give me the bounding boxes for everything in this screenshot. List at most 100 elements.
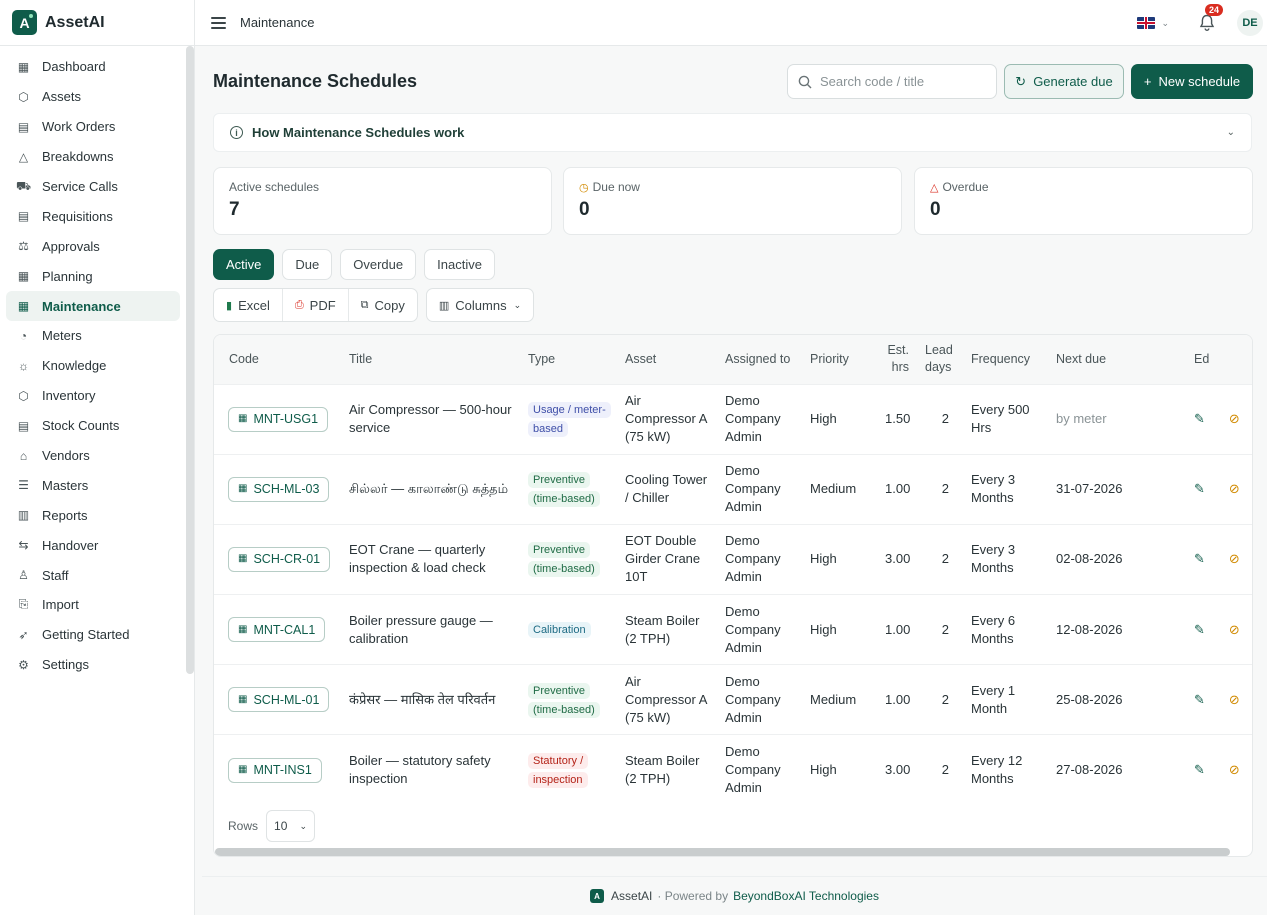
sidebar-item-getting-started[interactable]: ➶ Getting Started bbox=[6, 620, 180, 650]
schedule-code-link[interactable]: ▦ SCH-ML-01 bbox=[228, 687, 330, 713]
excel-icon: ▮ bbox=[226, 299, 233, 312]
store-icon: ⌂ bbox=[19, 448, 28, 463]
sidebar-item-planning[interactable]: ▦ Planning bbox=[6, 261, 180, 291]
sidebar-item-staff[interactable]: ♙ Staff bbox=[6, 560, 180, 590]
sidebar-item-approvals[interactable]: ⚖ Approvals bbox=[6, 231, 180, 261]
sidebar-item-service-calls[interactable]: ⛟ Service Calls bbox=[6, 172, 180, 202]
info-icon: i bbox=[230, 126, 243, 139]
sidebar-item-masters[interactable]: ☰ Masters bbox=[6, 470, 180, 500]
sidebar-item-label: Assets bbox=[42, 89, 82, 105]
notifications-button[interactable]: 24 bbox=[1199, 4, 1224, 32]
sidebar-item-work-orders[interactable]: ▤ Work Orders bbox=[6, 112, 180, 142]
columns-dropdown[interactable]: ▥ Columns ⌄ bbox=[425, 288, 535, 322]
sidebar-item-assets[interactable]: ⬡ Assets bbox=[6, 82, 180, 112]
col-header-priority[interactable]: Priority bbox=[802, 335, 877, 384]
table-row[interactable]: ▦ MNT-CAL1 Boiler pressure gauge — calibra… bbox=[214, 594, 1252, 665]
copy-button[interactable]: ⧉ Copy bbox=[349, 289, 417, 321]
cell-spacer bbox=[1152, 664, 1186, 735]
sidebar-item-inventory[interactable]: ⬡ Inventory bbox=[6, 381, 180, 411]
search-input[interactable] bbox=[820, 74, 985, 89]
col-header-next-due[interactable]: Next due bbox=[1048, 335, 1152, 384]
edit-icon[interactable]: ✎ bbox=[1194, 622, 1205, 637]
schedule-code-link[interactable]: ▦ SCH-ML-03 bbox=[228, 476, 330, 502]
rows-select[interactable]: 10 ⌄ bbox=[266, 810, 316, 842]
cell-next-due: 31-07-2026 bbox=[1048, 453, 1152, 525]
warning-icon: △ bbox=[930, 181, 939, 194]
edit-icon[interactable]: ✎ bbox=[1194, 762, 1205, 777]
sidebar-item-vendors[interactable]: ⌂ Vendors bbox=[6, 441, 180, 471]
stat-value: 7 bbox=[229, 199, 240, 220]
stat-due-now: ◷ Due now 0 bbox=[563, 167, 902, 235]
calendar-icon: ▦ bbox=[238, 764, 248, 776]
deactivate-icon[interactable]: ⊘ bbox=[1229, 762, 1240, 777]
edit-icon[interactable]: ✎ bbox=[1194, 481, 1205, 496]
schedule-code-link[interactable]: ▦ SCH-CR-01 bbox=[228, 546, 331, 572]
schedule-code-link[interactable]: ▦ MNT-USG1 bbox=[228, 406, 329, 432]
table-row[interactable]: ▦ MNT-USG1 Air Compressor — 500-hour servi… bbox=[214, 383, 1252, 455]
sidebar-item-requisitions[interactable]: ▤ Requisitions bbox=[6, 201, 180, 231]
sidebar-scrollbar[interactable] bbox=[186, 46, 194, 674]
excel-button[interactable]: ▮ Excel bbox=[214, 289, 283, 321]
schedule-code-link[interactable]: ▦ MNT-CAL1 bbox=[228, 617, 326, 643]
table-row[interactable]: ▦ SCH-ML-01 कंप्रेसर — मासिक तेल परिवर्तन P… bbox=[214, 664, 1252, 735]
brand[interactable]: A AssetAI bbox=[0, 0, 194, 46]
sidebar-item-import[interactable]: ⎘ Import bbox=[6, 590, 180, 620]
cell-lead-days: 2 bbox=[917, 734, 957, 806]
deactivate-icon[interactable]: ⊘ bbox=[1229, 481, 1240, 496]
sidebar-item-reports[interactable]: ▥ Reports bbox=[6, 500, 180, 530]
col-header-assigned[interactable]: Assigned to bbox=[717, 335, 802, 384]
sidebar-item-maintenance[interactable]: ▦ Maintenance bbox=[6, 291, 180, 322]
sidebar-item-meters[interactable]: ◔ Meters bbox=[6, 321, 180, 351]
edit-icon[interactable]: ✎ bbox=[1194, 692, 1205, 707]
menu-toggle-icon[interactable] bbox=[211, 16, 226, 29]
pdf-button[interactable]: ⎙ PDF bbox=[283, 289, 349, 321]
horizontal-scrollbar[interactable] bbox=[215, 848, 1230, 856]
sidebar-item-dashboard[interactable]: ▦ Dashboard bbox=[6, 52, 180, 82]
col-header-lead-days[interactable]: Lead days bbox=[917, 335, 957, 384]
tab-inactive[interactable]: Inactive bbox=[424, 249, 495, 280]
generate-due-button[interactable]: ↻ Generate due bbox=[1004, 64, 1124, 99]
tab-due[interactable]: Due bbox=[282, 249, 333, 280]
table-row[interactable]: ▦ SCH-ML-03 சில்லர் — காலாண்டு சுத்தம் Prev… bbox=[214, 453, 1252, 525]
sidebar-item-breakdowns[interactable]: △ Breakdowns bbox=[6, 142, 180, 172]
sidebar-item-stock-counts[interactable]: ▤ Stock Counts bbox=[6, 411, 180, 441]
tab-active[interactable]: Active bbox=[213, 249, 275, 280]
sidebar-item-knowledge[interactable]: ☼ Knowledge bbox=[6, 351, 180, 381]
howto-accordion[interactable]: i How Maintenance Schedules work ⌄ bbox=[213, 113, 1252, 152]
deactivate-icon[interactable]: ⊘ bbox=[1229, 551, 1240, 566]
footer-company-link[interactable]: BeyondBoxAI Technologies bbox=[733, 889, 879, 903]
cell-spacer bbox=[1152, 734, 1186, 806]
col-header-est-hrs[interactable]: Est. hrs bbox=[877, 335, 917, 384]
cell-title: EOT Crane — quarterly inspection & load … bbox=[341, 523, 520, 595]
col-header-asset[interactable]: Asset bbox=[617, 335, 717, 384]
sidebar-item-settings[interactable]: ⚙ Settings bbox=[6, 650, 180, 680]
code-text: MNT-CAL1 bbox=[253, 622, 316, 637]
users-icon: ♙ bbox=[18, 568, 29, 583]
new-schedule-button[interactable]: + New schedule bbox=[1131, 64, 1253, 99]
deactivate-icon[interactable]: ⊘ bbox=[1229, 622, 1240, 637]
col-header-title[interactable]: Title bbox=[341, 335, 520, 384]
table-row[interactable]: ▦ SCH-CR-01 EOT Crane — quarterly inspecti… bbox=[214, 523, 1252, 595]
cell-title: சில்லர் — காலாண்டு சுத்தம் bbox=[341, 453, 520, 525]
sidebar-item-handover[interactable]: ⇆ Handover bbox=[6, 530, 180, 560]
truck-icon: ⛟ bbox=[15, 178, 32, 193]
cell-title: Air Compressor — 500-hour service bbox=[341, 383, 520, 455]
edit-icon[interactable]: ✎ bbox=[1194, 411, 1205, 426]
tab-overdue[interactable]: Overdue bbox=[340, 249, 417, 280]
language-selector[interactable]: ⌄ bbox=[1137, 17, 1169, 29]
deactivate-icon[interactable]: ⊘ bbox=[1229, 411, 1240, 426]
col-header-code[interactable]: Code bbox=[214, 335, 341, 384]
col-header-frequency[interactable]: Frequency bbox=[957, 335, 1048, 384]
user-avatar[interactable]: DE bbox=[1237, 10, 1263, 36]
table-row[interactable]: ▦ MNT-INS1 Boiler — statutory safety inspe… bbox=[214, 734, 1252, 806]
schedule-code-link[interactable]: ▦ MNT-INS1 bbox=[228, 757, 322, 783]
lightbulb-icon: ☼ bbox=[18, 358, 29, 373]
edit-icon[interactable]: ✎ bbox=[1194, 551, 1205, 566]
cell-lead-days: 2 bbox=[917, 523, 957, 595]
gavel-icon: ⚖ bbox=[18, 239, 29, 254]
col-header-type[interactable]: Type bbox=[520, 335, 617, 384]
search-box[interactable] bbox=[787, 64, 997, 99]
stat-value: 0 bbox=[930, 199, 941, 220]
generate-due-label: Generate due bbox=[1033, 74, 1113, 89]
deactivate-icon[interactable]: ⊘ bbox=[1229, 692, 1240, 707]
